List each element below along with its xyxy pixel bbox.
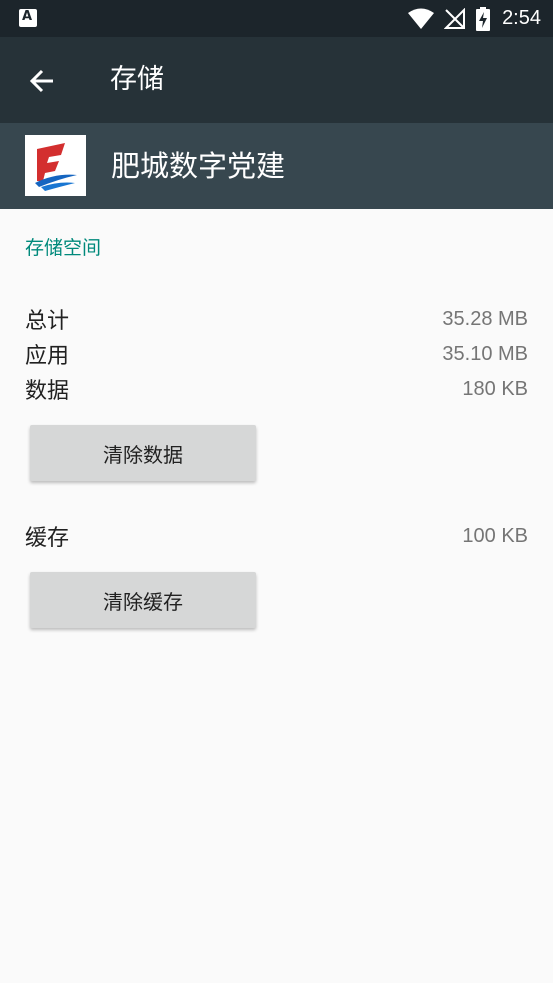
app-header: 肥城数字党建 — [0, 123, 553, 209]
storage-row-app: 应用 35.10 MB — [25, 337, 528, 371]
row-label: 数据 — [25, 379, 70, 404]
a-notification-icon: A — [19, 9, 37, 27]
status-bar: A 2:54 — [0, 0, 553, 37]
storage-row-cache: 缓存 100 KB — [25, 519, 528, 553]
clear-data-button[interactable]: 清除数据 — [30, 425, 256, 481]
arrow-left-icon — [29, 69, 53, 93]
row-value: 35.10 MB — [442, 342, 528, 365]
row-value: 35.28 MB — [442, 307, 528, 330]
row-value: 180 KB — [462, 377, 528, 400]
row-label: 缓存 — [25, 526, 70, 551]
wifi-icon — [408, 8, 435, 29]
storage-section-title: 存储空间 — [25, 237, 102, 259]
storage-row-total: 总计 35.28 MB — [25, 302, 528, 336]
clear-cache-button[interactable]: 清除缓存 — [30, 572, 256, 628]
row-value: 100 KB — [462, 524, 528, 547]
status-time: 2:54 — [502, 7, 541, 29]
toolbar: 存储 — [0, 37, 553, 123]
storage-row-data: 数据 180 KB — [25, 372, 528, 406]
row-label: 应用 — [25, 344, 70, 369]
app-name: 肥城数字党建 — [111, 149, 286, 183]
row-label: 总计 — [25, 309, 70, 334]
app-logo-icon — [25, 135, 86, 196]
no-signal-icon — [444, 7, 466, 29]
back-button[interactable] — [20, 59, 64, 103]
battery-charging-icon — [476, 6, 491, 31]
page-title: 存储 — [110, 64, 164, 95]
status-icons: 2:54 — [408, 5, 541, 32]
